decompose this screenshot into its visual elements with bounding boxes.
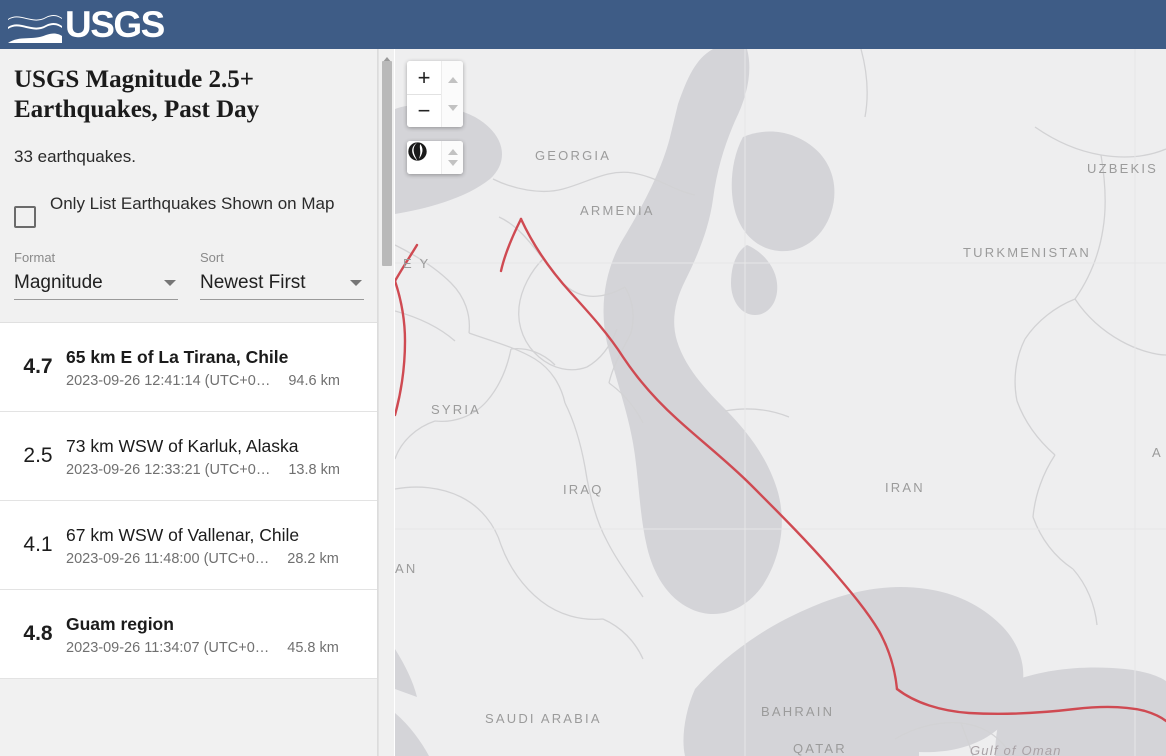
earthquake-place: Guam region bbox=[66, 612, 366, 636]
sidebar-scrollbar[interactable] bbox=[378, 49, 394, 756]
map-zoom-control[interactable]: + − bbox=[407, 61, 463, 127]
basemap-switcher-control[interactable] bbox=[407, 141, 463, 174]
earthquake-depth: 28.2 km bbox=[287, 551, 339, 567]
earthquake-count: 33 earthquakes. bbox=[14, 147, 364, 167]
earthquake-magnitude: 2.5 bbox=[10, 444, 66, 468]
spinner-down-arrow-icon[interactable] bbox=[448, 160, 458, 166]
basemap-button[interactable] bbox=[407, 141, 441, 174]
only-list-shown-on-map-row[interactable]: Only List Earthquakes Shown on Map bbox=[0, 191, 378, 228]
earthquake-depth: 94.6 km bbox=[288, 373, 340, 389]
only-list-shown-on-map-checkbox[interactable] bbox=[14, 206, 36, 228]
site-header: USGS bbox=[0, 0, 1166, 49]
earthquake-details: 65 km E of La Tirana, Chile 2023-09-26 12… bbox=[66, 345, 366, 389]
earthquake-list-item[interactable]: 4.167 km WSW of Vallenar, Chile 2023-09-2… bbox=[0, 501, 378, 590]
zoom-out-button[interactable]: − bbox=[407, 94, 441, 127]
earthquake-depth: 45.8 km bbox=[287, 640, 339, 656]
chevron-down-icon bbox=[164, 280, 176, 286]
map-canvas[interactable]: GEORGIAARMENIAUZBEKISTURKMENISTANE YSYRI… bbox=[395, 49, 1166, 756]
earthquake-details: 67 km WSW of Vallenar, Chile 2023-09-26 1… bbox=[66, 523, 366, 567]
earthquake-place: 67 km WSW of Vallenar, Chile bbox=[66, 523, 366, 547]
earthquake-time: 2023-09-26 11:34:07 (UTC+0… bbox=[66, 640, 269, 656]
sort-select-value: Newest First bbox=[200, 272, 306, 294]
format-select-control[interactable]: Magnitude bbox=[14, 272, 178, 300]
only-list-shown-on-map-label: Only List Earthquakes Shown on Map bbox=[50, 191, 334, 217]
earthquake-time: 2023-09-26 12:33:21 (UTC+0… bbox=[66, 462, 270, 478]
earthquake-place: 65 km E of La Tirana, Chile bbox=[66, 345, 366, 369]
basemap-control-spinner[interactable] bbox=[441, 141, 463, 174]
earthquake-magnitude: 4.7 bbox=[10, 355, 66, 379]
usgs-logo[interactable]: USGS bbox=[6, 5, 164, 45]
earthquake-time: 2023-09-26 12:41:14 (UTC+0… bbox=[66, 373, 270, 389]
earthquake-meta: 2023-09-26 11:48:00 (UTC+0… 28.2 km bbox=[66, 551, 366, 567]
spinner-up-arrow-icon[interactable] bbox=[448, 149, 458, 155]
globe-icon bbox=[407, 141, 428, 162]
format-select-field[interactable]: Format Magnitude bbox=[14, 250, 178, 300]
spinner-down-arrow-icon[interactable] bbox=[448, 105, 458, 111]
chevron-down-icon bbox=[350, 280, 362, 286]
earthquake-meta: 2023-09-26 12:33:21 (UTC+0… 13.8 km bbox=[66, 462, 366, 478]
sidebar-panel: USGS Magnitude 2.5+ Earthquakes, Past Da… bbox=[0, 49, 378, 756]
earthquake-meta: 2023-09-26 11:34:07 (UTC+0… 45.8 km bbox=[66, 640, 366, 656]
earthquake-time: 2023-09-26 11:48:00 (UTC+0… bbox=[66, 551, 269, 567]
earthquake-details: 73 km WSW of Karluk, Alaska 2023-09-26 12… bbox=[66, 434, 366, 478]
sort-select-label: Sort bbox=[200, 250, 364, 266]
earthquake-list: 4.765 km E of La Tirana, Chile 2023-09-26… bbox=[0, 322, 378, 679]
earthquake-place: 73 km WSW of Karluk, Alaska bbox=[66, 434, 366, 458]
scrollbar-thumb[interactable] bbox=[382, 61, 392, 266]
format-select-value: Magnitude bbox=[14, 272, 103, 294]
zoom-in-button[interactable]: + bbox=[407, 61, 441, 94]
usgs-wave-logo-icon bbox=[6, 5, 64, 45]
sort-select-field[interactable]: Sort Newest First bbox=[200, 250, 364, 300]
earthquake-magnitude: 4.8 bbox=[10, 622, 66, 646]
earthquake-depth: 13.8 km bbox=[288, 462, 340, 478]
map-geometry bbox=[395, 49, 1166, 756]
earthquake-meta: 2023-09-26 12:41:14 (UTC+0… 94.6 km bbox=[66, 373, 366, 389]
spinner-up-arrow-icon[interactable] bbox=[448, 77, 458, 83]
usgs-logo-text: USGS bbox=[65, 6, 164, 44]
zoom-control-spinner[interactable] bbox=[441, 61, 463, 127]
earthquake-details: Guam region 2023-09-26 11:34:07 (UTC+0… 45… bbox=[66, 612, 366, 656]
earthquake-magnitude: 4.1 bbox=[10, 533, 66, 557]
page-title: USGS Magnitude 2.5+ Earthquakes, Past Da… bbox=[14, 65, 364, 125]
usgs-earthquake-map-app: USGS USGS Magnitude 2.5+ Earthquakes, Pa… bbox=[0, 0, 1166, 756]
panel-header: USGS Magnitude 2.5+ Earthquakes, Past Da… bbox=[0, 49, 378, 167]
format-select-label: Format bbox=[14, 250, 178, 266]
sort-select-control[interactable]: Newest First bbox=[200, 272, 364, 300]
earthquake-list-item[interactable]: 2.573 km WSW of Karluk, Alaska 2023-09-26… bbox=[0, 412, 378, 501]
earthquake-list-item[interactable]: 4.8Guam region 2023-09-26 11:34:07 (UTC+0… bbox=[0, 590, 378, 679]
earthquake-list-item[interactable]: 4.765 km E of La Tirana, Chile 2023-09-26… bbox=[0, 323, 378, 412]
list-options-row: Format Magnitude Sort Newest First bbox=[0, 250, 378, 300]
